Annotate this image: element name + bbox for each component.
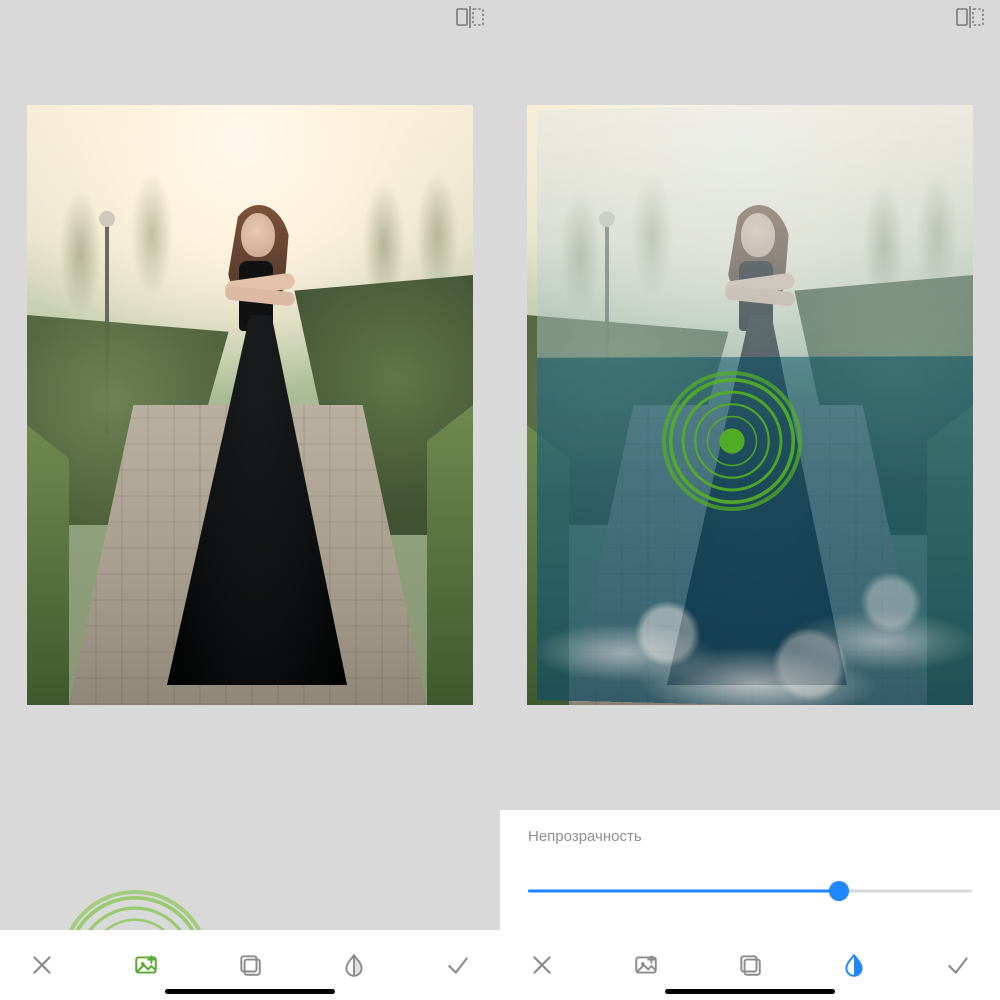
cancel-button[interactable] [20,943,64,987]
home-indicator [665,989,835,994]
opacity-button[interactable] [832,943,876,987]
slider-thumb[interactable] [829,881,849,901]
add-image-button[interactable] [124,943,168,987]
confirm-button[interactable] [436,943,480,987]
photo-canvas[interactable] [527,105,973,705]
left-screen [0,0,500,1000]
right-screen: Непрозрачность [500,0,1000,1000]
photo-canvas[interactable] [27,105,473,705]
styles-button[interactable] [728,943,772,987]
opacity-button[interactable] [332,943,376,987]
compare-icon[interactable] [456,6,484,28]
subject-figure [167,165,347,685]
add-image-button[interactable] [624,943,668,987]
compare-icon[interactable] [956,6,984,28]
opacity-panel: Непрозрачность [500,810,1000,930]
opacity-slider[interactable] [528,879,972,903]
photo-base [27,105,473,705]
confirm-button[interactable] [936,943,980,987]
slider-track-fill [528,890,839,893]
styles-button[interactable] [228,943,272,987]
home-indicator [165,989,335,994]
cancel-button[interactable] [520,943,564,987]
opacity-label: Непрозрачность [528,828,972,845]
double-exposure-overlay[interactable] [537,105,973,705]
